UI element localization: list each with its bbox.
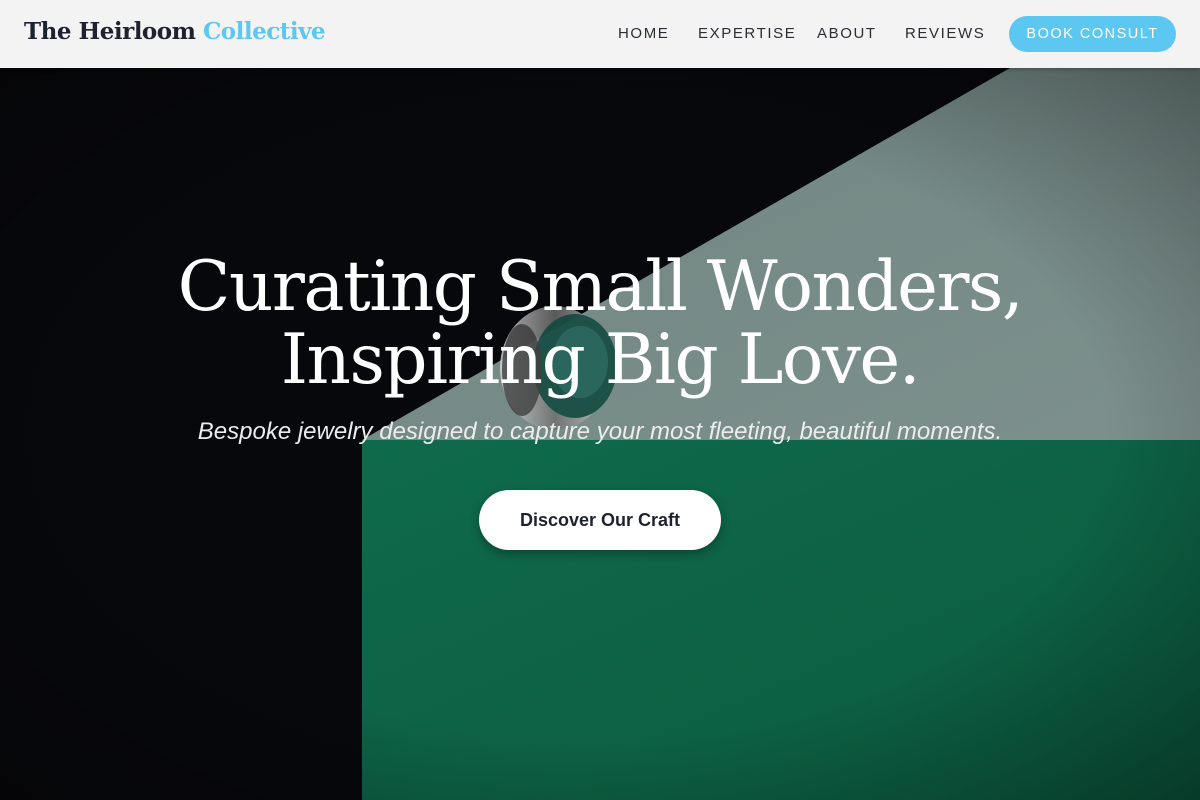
nav-about[interactable]: ABOUT [817, 25, 877, 42]
hero-subheadline: Bespoke jewelry designed to capture your… [197, 418, 1003, 445]
nav-reviews[interactable]: REVIEWS [905, 25, 985, 42]
site-header: The Heirloom Collective HOME EXPERTISE A… [0, 0, 1200, 68]
brand-logo[interactable]: The Heirloom Collective [24, 18, 326, 45]
hero-headline-line-2: Inspiring Big Love. [280, 320, 921, 400]
brand-name-accent: Collective [202, 18, 326, 45]
nav-expertise[interactable]: EXPERTISE [698, 25, 796, 42]
hero-headline-line-1: Curating Small Wonders, [177, 247, 1024, 327]
nav-home[interactable]: HOME [618, 25, 669, 42]
hero-section: Curating Small Wonders, Inspiring Big Lo… [0, 68, 1200, 800]
discover-our-craft-button[interactable]: Discover Our Craft [479, 490, 721, 550]
book-consult-button[interactable]: BOOK CONSULT [1009, 16, 1176, 52]
brand-name: The Heirloom [24, 18, 196, 45]
